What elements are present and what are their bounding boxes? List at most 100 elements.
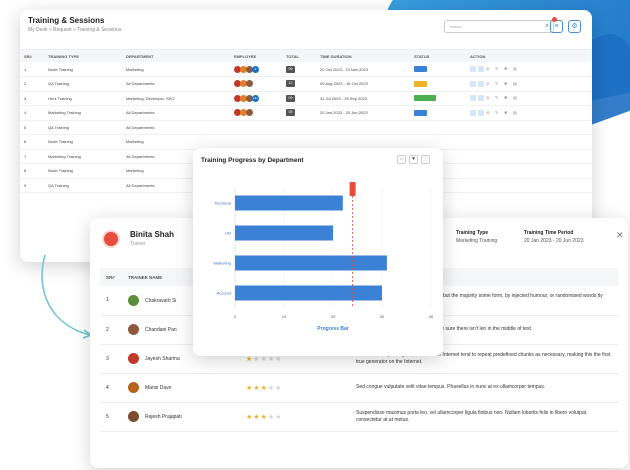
duration-cell: 20 Jan 2023 - 20 Jun 2023 [316,105,410,121]
settings-button[interactable]: ⚙ [568,20,581,33]
edit-icon[interactable]: ✎ [495,81,500,86]
action-button[interactable] [478,80,484,87]
view-icon[interactable]: ◎ [486,81,491,86]
row-number: 6 [20,134,44,150]
edit-icon[interactable]: ✎ [495,95,500,100]
table-row[interactable]: 5 QA Training All Departments [20,120,592,135]
training-type-cell: Hrml Training [44,91,122,106]
table-row[interactable]: 1 Node Training Marketing 3 06 20 Oct 2023 - … [20,62,592,77]
bar[interactable] [235,255,387,271]
row-number: 4 [100,373,122,403]
panel-header: Training & Sessions My Desk » Request » … [20,10,592,50]
total-cell: 12 [282,76,316,92]
action-button[interactable] [470,109,476,116]
table-row[interactable]: 3 Hrml Training Marketing, Developer, SEO 1… [20,91,592,106]
action-button[interactable] [470,66,476,72]
status-cell [410,134,466,150]
x-tick-label: 0 [234,314,237,319]
avatar [128,382,139,393]
department-cell: Marketing [122,62,230,77]
status-cell [410,76,466,92]
category-label: Technical [214,201,231,206]
action-button[interactable] [478,95,484,102]
row-number: 3 [100,344,122,374]
x-axis-label: Progress Bar [317,326,348,332]
action-cell: ◎ ✎ ✖ ▤ [466,91,592,106]
bar[interactable] [235,225,333,241]
status-badge[interactable] [414,95,436,102]
view-icon[interactable]: ◎ [486,66,491,71]
department-cell: All Departments [122,120,230,135]
table-row[interactable]: 2 QA Training All Departments 12 09 Aug 2023… [20,76,592,92]
employee-cell [230,134,282,150]
status-badge[interactable] [414,80,427,87]
column-header: DEPARTMENT [122,50,230,62]
delete-icon[interactable]: ✖ [504,110,509,115]
edit-icon[interactable]: ✎ [495,110,500,115]
table-row[interactable]: 4 Marketing Training All Departments 05 20 J… [20,105,592,121]
view-icon[interactable]: ◎ [486,110,491,115]
avatar [128,294,139,306]
trainee-row[interactable]: 5 Rajesh Prajapati ★★★★★ Suspendisse maximu… [100,402,618,432]
menu-button[interactable]: ≡ [550,20,563,33]
bar[interactable] [235,285,382,301]
department-cell: All Departments [122,76,230,92]
trainee-row[interactable]: 4 Mansi Dave ★★★★★ Sed congue vulputate vel… [100,373,618,403]
action-cell: ◎ ✎ ✖ ▤ [466,62,592,77]
delete-icon[interactable]: ✖ [504,66,509,71]
row-number: 3 [20,91,44,106]
report-icon[interactable]: ▤ [513,81,518,86]
report-icon[interactable]: ▤ [513,95,518,100]
total-badge: 09 [286,94,295,102]
avatar [246,80,253,88]
trainee-name: Rajesh Prajapati [145,413,182,420]
training-type-cell: Marketing Training [44,105,122,121]
row-number: 1 [20,62,44,77]
action-button[interactable] [478,66,484,72]
status-badge[interactable] [414,109,427,116]
row-number: 8 [20,163,44,179]
star-icon: ★ [260,355,268,363]
row-number: 2 [20,76,44,92]
edit-icon[interactable]: ✎ [495,66,500,71]
table-row[interactable]: 6 Node Training Marketing [20,134,592,150]
action-cell [466,149,592,164]
status-badge[interactable] [414,66,427,72]
training-type-cell: QA Training [44,76,122,92]
training-period-info: Training Time Period 20 Jan 2023 - 20 Ju… [524,230,584,244]
trainee-name-cell: Mansi Dave [122,373,240,403]
report-icon[interactable]: ▤ [513,66,518,71]
action-button[interactable] [470,80,476,87]
employee-cell: 3 [230,62,282,77]
action-cell: ◎ ✎ ✖ ▤ [466,76,592,92]
column-header: ACTION [466,50,592,62]
x-tick-label: 10 [282,314,287,319]
training-period-label: Training Time Period [524,230,574,236]
close-icon[interactable]: ✕ [616,230,624,241]
rating-cell: ★★★★★ [240,402,350,432]
action-button[interactable] [470,95,476,102]
progress-bar-chart: 0 10 20 30 40 Technical HR Marketing Account Prog… [213,182,434,332]
view-icon[interactable]: ◎ [486,95,491,100]
x-tick-label: 40 [429,314,434,319]
total-cell: 09 [282,91,316,106]
column-header: TRAINING TYPE [44,50,122,62]
total-cell [282,120,316,135]
training-type-cell: QA Training [44,120,122,135]
action-cell [466,163,592,179]
star-rating: ★★★★★ [246,385,282,392]
report-icon[interactable]: ▤ [513,110,518,115]
delete-icon[interactable]: ✖ [504,81,509,86]
action-button[interactable] [478,109,484,116]
trainee-column-header: SR# [100,268,122,286]
search-placeholder: Search... [449,24,466,29]
bar[interactable] [235,195,343,211]
star-icon: ★ [260,384,268,392]
trainee-name-cell: Rajesh Prajapati [122,402,240,432]
row-number: 7 [20,149,44,164]
delete-icon[interactable]: ✖ [504,95,509,100]
row-number: 1 [100,286,122,316]
search-input[interactable]: Search... ⌕ [444,20,554,33]
column-header: EMPLOYEE [230,50,282,62]
total-cell [282,134,316,150]
